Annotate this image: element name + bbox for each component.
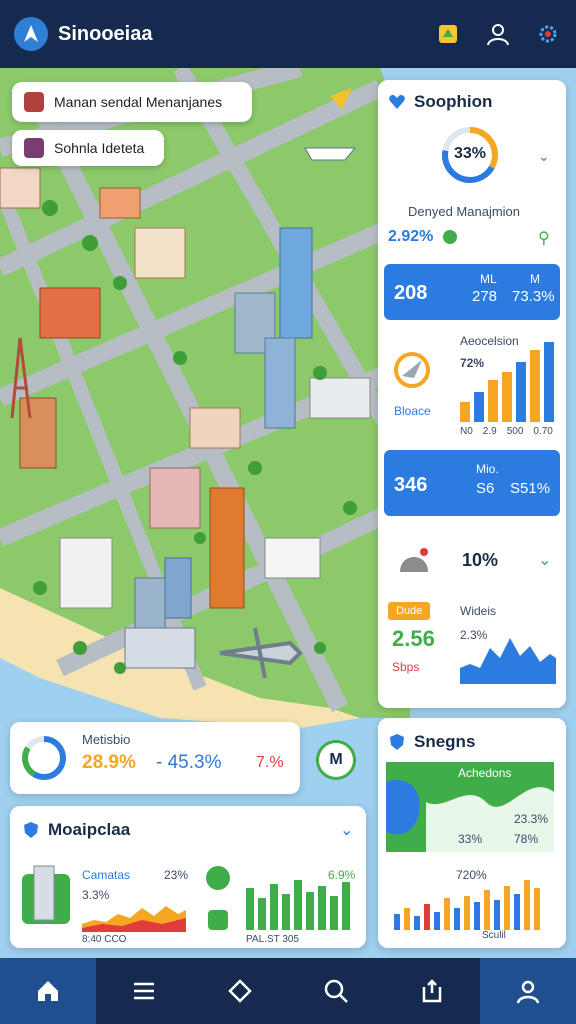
user-icon[interactable] [484,20,512,48]
feather-icon [392,350,432,395]
nav-menu[interactable] [96,958,192,1024]
top-bar: Sinooeiaa [0,0,576,68]
app-title: Sinooeiaa [58,22,153,45]
up-icon [443,230,458,244]
stat2-label: Mio. [476,462,499,476]
share-icon [422,979,442,1003]
metrics-badge-button[interactable]: M [316,740,356,780]
metrics-card: Metisbio 28.9% - 45.3% 7.% [10,722,300,794]
chip-label: Manan sendal Menanjanes [54,94,223,110]
chart1-left-label: Bloace [394,404,431,418]
signals-value-2: 33% [458,832,483,846]
stats-panel: Soophion 33% ⌄ Denyed Manajmion 2.92% ⚲ … [378,80,566,708]
stat2-value: 346 [394,474,428,496]
signals-value-3: 78% [514,832,539,846]
signals-title: Snegns [414,732,476,751]
search-icon [324,979,348,1003]
stats-subtitle: Denyed Manajmion [408,204,521,219]
notification-icon[interactable] [434,20,462,48]
nav-profile[interactable] [480,958,576,1024]
badge-icon [24,92,44,112]
menu-icon [134,982,154,1000]
chart2-value: 2.56 [392,626,435,651]
pct-row-value: 10% [462,550,499,570]
bar-chart-3-footer: Sculil [482,930,506,941]
layers-icon [228,979,252,1003]
shield-icon [24,822,38,838]
chevron-down-icon[interactable]: ⌄ [538,148,550,165]
stat2-value-2: S6 [476,480,495,497]
donut-icon [22,736,66,780]
chart2-title: Wideis [460,604,497,618]
map-label-chip[interactable]: Manan sendal Menanjanes [12,82,252,122]
chevron-down-icon[interactable]: ⌄ [340,820,353,840]
overview-title: Moaipclaa [48,820,131,839]
chart-footer-1: 8:40 CCO [82,934,127,945]
chart-label: Camatas [82,868,131,882]
shield-icon [390,734,404,750]
metrics-title: Metisbio [82,732,131,747]
stats-title: Soophion [414,92,493,111]
info-icon[interactable]: ⚲ [538,228,550,248]
stat1-label: ML [480,272,497,286]
profile-icon [516,980,540,1004]
stat1-value-3: 73.3% [512,288,555,305]
stat1-label-2: M [530,272,540,286]
bar-chart-3 [394,880,540,930]
chip-label: Sohnla Ideteta [54,140,145,156]
chart-footer-2: PAL.ST 305 [246,934,299,945]
bar-chart-1 [460,342,554,422]
robot-icon [208,910,228,930]
stat-box-2: 346 Mio. S6 S51% [384,450,560,516]
building-icon [22,864,70,929]
stat1-value-2: 278 [472,288,498,305]
nav-layers[interactable] [192,958,288,1024]
settings-icon[interactable] [534,20,562,48]
chart-value-1: 23% [164,868,189,882]
stat2-value-3: S51% [510,480,551,497]
bar-chart-2 [246,880,350,930]
metric-value-1: 28.9% [82,752,136,773]
chart2-sub: Sbps [392,660,420,674]
metric-value-3: 7.% [256,754,284,771]
donut-value: 33% [453,145,487,162]
badge-icon [24,138,44,158]
city-map[interactable]: Manan sendal Menanjanes Sohnla Ideteta S… [0,68,576,958]
nav-share[interactable] [384,958,480,1024]
area-label: Achedons [458,766,512,780]
area-chart-2 [82,906,186,932]
area-chart-1 [460,638,556,684]
overview-card: Moaipclaa ⌄ Camatas 23% 3.3% 8:40 CCO 6.… [10,806,366,948]
bottom-nav [0,958,576,1024]
location-pin-icon [206,866,230,890]
nav-home[interactable] [0,958,96,1024]
progress-donut: 33% [440,125,500,185]
chevron-down-icon[interactable]: ⌄ [538,550,551,570]
status-badge: Dude [388,602,431,620]
helmet-icon [396,542,432,583]
nav-search[interactable] [288,958,384,1024]
stat1-value: 208 [394,282,428,304]
stat-left-value: 2.92% [388,228,434,245]
home-icon [38,981,58,1001]
app-logo-icon[interactable] [14,17,48,51]
metric-value-2: - 45.3% [156,752,222,773]
heart-icon [389,95,405,109]
signals-value-1: 23.3% [514,812,549,826]
chart1-axis: N0 2.9 500 0.70 [460,426,553,437]
signals-card: Snegns Achedons 23.3% 33% 78% 720% Sculi… [378,718,566,948]
stat-box-1: 208 ML 278 M 73.3% [384,264,560,320]
map-label-chip[interactable]: Sohnla Ideteta [12,130,164,166]
